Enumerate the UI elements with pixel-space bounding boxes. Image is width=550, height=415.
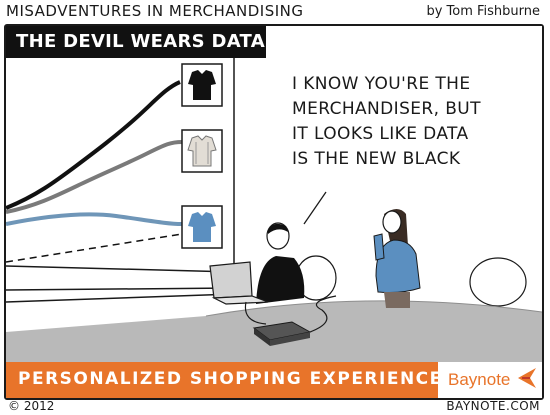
black-garment-icon — [181, 63, 223, 107]
footer-tagline: PERSONALIZED SHOPPING EXPERIENCES — [18, 369, 457, 389]
speech-line: IS THE NEW BLACK — [292, 149, 461, 169]
cartoon-title-banner: THE DEVIL WEARS DATA — [6, 26, 266, 58]
speech-line: MERCHANDISER, BUT — [292, 99, 481, 119]
blue-garment-icon — [181, 205, 223, 249]
website-link[interactable]: BAYNOTE.COM — [446, 399, 540, 413]
series-title: MISADVENTURES IN MERCHANDISING — [6, 2, 304, 20]
baynote-logo-text[interactable]: Baynote — [448, 370, 510, 390]
speech-line: IT LOOKS LIKE DATA — [292, 124, 469, 144]
byline: by Tom Fishburne — [426, 4, 540, 19]
speech-line: I KNOW YOU'RE THE — [292, 74, 471, 94]
baynote-logo-icon[interactable] — [516, 366, 538, 390]
copyright: © 2012 — [8, 399, 55, 413]
gray-garment-icon — [181, 129, 223, 173]
speech-bubble-text: I KNOW YOU'RE THE MERCHANDISER, BUT IT L… — [292, 72, 481, 172]
